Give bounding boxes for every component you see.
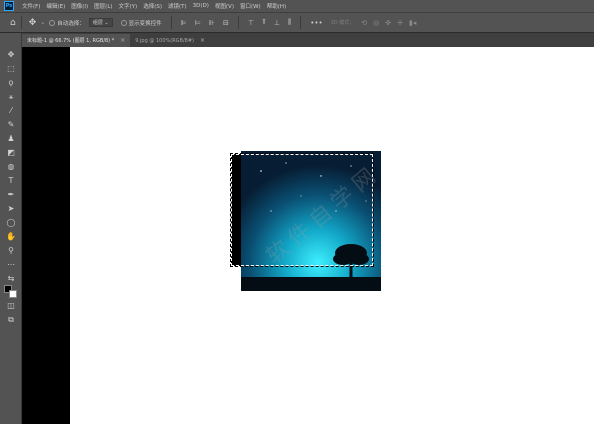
swap-colors-icon[interactable]: ⇆	[4, 273, 18, 284]
move-tool-icon[interactable]: ✥	[4, 49, 18, 60]
tab-untitled[interactable]: 未标题-1 @ 66.7% (图层 1, RGB/8) * ×	[22, 34, 131, 47]
3d-scale-icon[interactable]: ▮◂	[409, 19, 416, 27]
hand-tool-icon[interactable]: ✋	[4, 231, 18, 242]
canvas-area[interactable]: 软件自学网	[22, 47, 594, 424]
stamp-tool-icon[interactable]: ♟	[4, 133, 18, 144]
menu-view[interactable]: 视图(V)	[215, 2, 234, 10]
align-bottom-icon[interactable]: ⊥	[274, 19, 280, 27]
auto-select-value: 组层	[92, 20, 103, 26]
menu-select[interactable]: 选择(S)	[143, 2, 162, 10]
menu-edit[interactable]: 编辑(E)	[46, 2, 65, 10]
auto-select-dropdown[interactable]: 组层 ⌄	[88, 18, 113, 27]
divider	[237, 16, 239, 29]
screen-mode-icon[interactable]: ⧉	[4, 314, 18, 325]
tab-9jpg[interactable]: 9.jpg @ 100%(RGB/8#) ×	[130, 34, 210, 47]
3d-rotate-icon[interactable]: ⟲	[361, 19, 367, 27]
home-icon[interactable]: ⌂	[10, 18, 16, 28]
menu-filter[interactable]: 滤镜(T)	[168, 2, 187, 10]
canvas-black-region	[22, 47, 70, 424]
divider	[20, 16, 22, 29]
quick-mask-icon[interactable]: ◫	[4, 300, 18, 311]
3d-mode-label: 3D 模式：	[330, 20, 355, 26]
brush-tool-icon[interactable]: ✎	[4, 119, 18, 130]
close-icon[interactable]: ×	[200, 37, 205, 44]
more-options-icon[interactable]: •••	[310, 19, 322, 27]
eyedropper-tool-icon[interactable]: ⁄	[4, 105, 18, 116]
path-select-tool-icon[interactable]: ➤	[4, 203, 18, 214]
align-middle-v-icon[interactable]: ⫪	[262, 18, 266, 27]
close-icon[interactable]: ×	[120, 37, 125, 44]
menu-window[interactable]: 窗口(W)	[240, 2, 261, 10]
pen-tool-icon[interactable]: ✒	[4, 189, 18, 200]
menu-3d[interactable]: 3D(D)	[193, 3, 209, 9]
divider	[170, 16, 172, 29]
align-center-h-icon[interactable]: ⊨	[195, 19, 201, 27]
auto-select-label: 自动选择：	[57, 20, 85, 27]
3d-roll-icon[interactable]: ◎	[373, 19, 379, 27]
distribute-v-icon[interactable]: ⫼	[288, 18, 291, 27]
tab-label: 9.jpg @ 100%(RGB/8#)	[135, 37, 194, 44]
background-color-swatch[interactable]	[9, 290, 17, 298]
chevron-down-icon[interactable]: ⌄	[40, 19, 45, 26]
options-bar: ⌂ ✥ ⌄ 自动选择： 组层 ⌄ 显示变换控件 ⊫ ⊨ ⊪ ⊟ ⊤ ⫪ ⊥ ⫼ …	[0, 12, 594, 33]
tools-panel: ✥ ⬚ ϙ ⚹ ⁄ ✎ ♟ ◩ ◍ T ✒ ➤ ◯ ✋ ⚲ ⋯ ⇆ ◫ ⧉	[0, 33, 22, 424]
align-top-icon[interactable]: ⊤	[248, 19, 254, 27]
distribute-h-icon[interactable]: ⊟	[223, 19, 229, 27]
dodge-tool-icon[interactable]: ◍	[4, 161, 18, 172]
lasso-tool-icon[interactable]: ϙ	[4, 77, 18, 88]
marquee-tool-icon[interactable]: ⬚	[4, 63, 18, 74]
show-transform-label: 显示变换控件	[128, 20, 162, 27]
more-tools-icon[interactable]: ⋯	[4, 259, 18, 270]
3d-pan-icon[interactable]: ✜	[385, 19, 391, 27]
menu-help[interactable]: 帮助(H)	[267, 2, 286, 10]
auto-select-checkbox[interactable]	[49, 19, 56, 26]
tab-label: 未标题-1 @ 66.7% (图层 1, RGB/8) *	[27, 38, 115, 44]
shape-tool-icon[interactable]: ◯	[4, 217, 18, 228]
menu-bar: Ps 文件(F) 编辑(E) 图像(I) 图层(L) 文字(Y) 选择(S) 滤…	[0, 0, 594, 12]
menu-image[interactable]: 图像(I)	[71, 2, 88, 10]
align-right-icon[interactable]: ⊪	[209, 19, 215, 27]
document-tabs: 未标题-1 @ 66.7% (图层 1, RGB/8) * × 9.jpg @ …	[22, 33, 594, 47]
show-transform-checkbox[interactable]	[120, 19, 127, 26]
menu-type[interactable]: 文字(Y)	[119, 2, 138, 10]
magic-wand-tool-icon[interactable]: ⚹	[4, 91, 18, 102]
eraser-tool-icon[interactable]: ◩	[4, 147, 18, 158]
align-left-icon[interactable]: ⊫	[181, 19, 187, 27]
menu-layer[interactable]: 图层(L)	[94, 2, 112, 10]
menu-file[interactable]: 文件(F)	[22, 2, 40, 10]
move-icon[interactable]: ✥	[29, 18, 37, 28]
type-tool-icon[interactable]: T	[4, 175, 18, 186]
divider	[300, 16, 302, 29]
zoom-tool-icon[interactable]: ⚲	[4, 245, 18, 256]
photoshop-logo: Ps	[4, 1, 14, 11]
3d-slide-icon[interactable]: ✛	[397, 19, 403, 27]
